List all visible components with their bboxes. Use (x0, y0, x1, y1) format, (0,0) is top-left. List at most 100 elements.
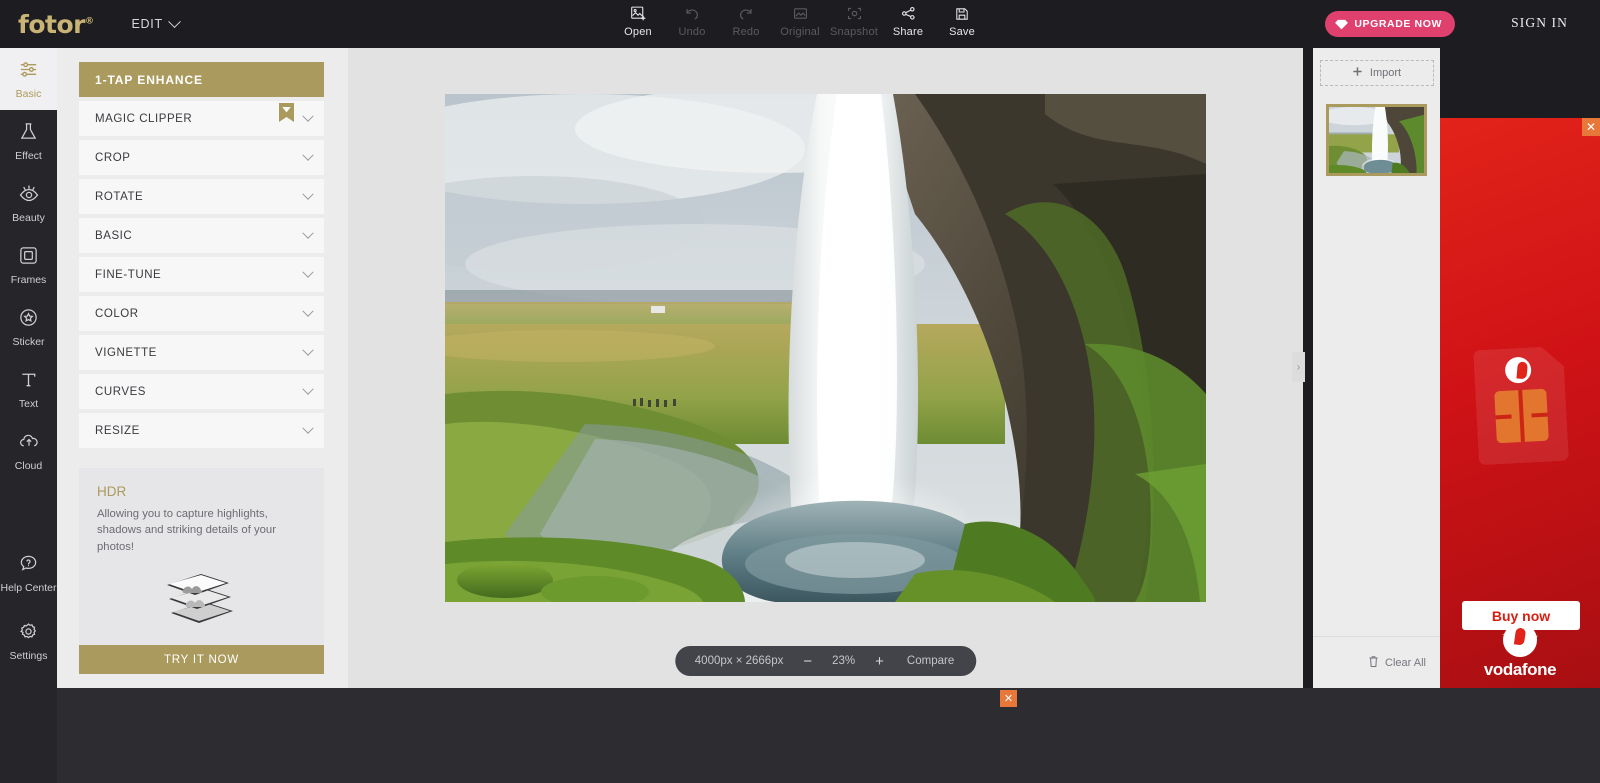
text-t-icon (18, 369, 39, 395)
vodafone-logo: vodafone (1440, 623, 1600, 680)
diamond-icon (1335, 19, 1349, 29)
chevron-down-icon (302, 188, 314, 200)
eye-icon (18, 182, 40, 209)
chevron-down-icon (302, 227, 314, 239)
close-x-icon[interactable]: ✕ (1582, 118, 1600, 136)
import-button[interactable]: Import (1319, 60, 1434, 86)
cloud-upload-icon (18, 431, 40, 457)
upgrade-now-button[interactable]: UPGRADE NOW (1325, 11, 1455, 37)
sidebar-item-cloud[interactable]: Cloud (0, 420, 57, 482)
waterfall-thumbnail (1329, 107, 1424, 173)
chevron-down-icon (302, 422, 314, 434)
tool-save[interactable]: Save (935, 3, 989, 38)
undo-arrow-icon (683, 3, 701, 24)
logo-text: fotor (18, 9, 86, 39)
fotor-editor-window: fotor® EDIT Open Undo Redo Original Snap… (0, 0, 1600, 783)
tool-snapshot-label: Snapshot (829, 26, 879, 38)
stacked-layers-icon (97, 569, 306, 635)
tool-original[interactable]: Original (773, 3, 827, 38)
sidebar-item-basic[interactable]: Basic (0, 48, 57, 110)
sidebar-item-effect-label: Effect (15, 149, 42, 162)
registered-mark: ® (85, 16, 94, 27)
hdr-promo-card: HDR Allowing you to capture highlights, … (79, 468, 324, 646)
vodafone-quote-icon (1504, 356, 1531, 383)
canvas-area: 4000px × 2666px − 23% + Compare (348, 48, 1303, 688)
right-ad-banner[interactable]: ✕ Buy now Terms apply vodafone (1440, 118, 1600, 690)
tool-original-label: Original (780, 26, 820, 38)
sidebar-item-effect[interactable]: Effect (0, 110, 57, 172)
sim-chip (1494, 389, 1549, 444)
accordion-color[interactable]: COLOR (79, 296, 324, 331)
flask-icon (18, 121, 39, 147)
tool-save-label: Save (949, 26, 975, 38)
compare-button[interactable]: Compare (893, 655, 970, 667)
zoom-level-label: 23% (832, 655, 856, 667)
accordion-basic-label: BASIC (95, 229, 133, 242)
star-badge-icon (18, 307, 39, 333)
zoom-in-button[interactable]: + (866, 653, 893, 670)
upgrade-now-label: UPGRADE NOW (1354, 18, 1442, 30)
question-bubble-icon (18, 553, 39, 579)
accordion-vignette[interactable]: VIGNETTE (79, 335, 324, 370)
sign-in-button[interactable]: SIGN IN (1511, 15, 1568, 31)
one-tap-enhance-button[interactable]: 1-TAP ENHANCE (79, 62, 324, 97)
tool-share[interactable]: Share (881, 3, 935, 38)
sidebar-item-frames-label: Frames (10, 273, 47, 286)
tool-snapshot[interactable]: Snapshot (827, 3, 881, 38)
sidebar-item-cloud-label: Cloud (14, 459, 43, 472)
center-tool-group: Open Undo Redo Original Snapshot Share S… (611, 3, 989, 38)
accordion-curves[interactable]: CURVES (79, 374, 324, 409)
open-image-icon (630, 3, 647, 24)
accordion-rotate-label: ROTATE (95, 190, 144, 203)
accordion-basic[interactable]: BASIC (79, 218, 324, 253)
waterfall-photo[interactable] (445, 94, 1206, 602)
edit-menu-label: EDIT (131, 17, 163, 31)
tool-redo-label: Redo (732, 26, 760, 38)
sidebar-item-settings-label: Settings (9, 649, 48, 662)
accordion-crop-label: CROP (95, 151, 131, 164)
sidebar-item-frames[interactable]: Frames (0, 234, 57, 296)
pro-badge-icon (279, 103, 294, 122)
left-nav-rail: Basic Effect Beauty Frames Sticker Text … (0, 48, 57, 783)
floppy-save-icon (954, 3, 970, 24)
hdr-try-it-now-button[interactable]: TRY IT NOW (79, 645, 324, 675)
sidebar-item-help-center[interactable]: Help Center (0, 539, 57, 607)
tool-open-label: Open (624, 26, 652, 38)
sidebar-item-text[interactable]: Text (0, 358, 57, 420)
fotor-logo[interactable]: fotor® (18, 12, 94, 37)
accordion-fine-tune-label: FINE-TUNE (95, 268, 162, 281)
clear-all-button[interactable]: Clear All (1313, 636, 1440, 688)
close-x-icon[interactable]: ✕ (1000, 690, 1017, 707)
chevron-down-icon (302, 149, 314, 161)
zoom-out-button[interactable]: − (794, 653, 821, 670)
tool-open[interactable]: Open (611, 3, 665, 38)
edit-menu[interactable]: EDIT (131, 14, 181, 31)
sidebar-item-sticker-label: Sticker (12, 335, 45, 348)
tool-undo-label: Undo (678, 26, 706, 38)
accordion-fine-tune[interactable]: FINE-TUNE (79, 257, 324, 292)
thumbnail-item[interactable] (1326, 104, 1427, 176)
sidebar-item-settings[interactable]: Settings (0, 607, 57, 675)
panel-collapse-handle[interactable]: › (1292, 352, 1305, 382)
sim-card-icon (1473, 346, 1569, 466)
basic-tools-panel: 1-TAP ENHANCE MAGIC CLIPPER CROP ROTATE … (57, 48, 348, 688)
tool-share-label: Share (892, 26, 924, 38)
accordion-crop[interactable]: CROP (79, 140, 324, 175)
sidebar-item-sticker[interactable]: Sticker (0, 296, 57, 358)
filmstrip-panel: Import Clear All (1313, 48, 1440, 688)
accordion-rotate[interactable]: ROTATE (79, 179, 324, 214)
accordion-vignette-label: VIGNETTE (95, 346, 157, 359)
sidebar-item-beauty[interactable]: Beauty (0, 172, 57, 234)
accordion-curves-label: CURVES (95, 385, 147, 398)
tool-undo[interactable]: Undo (665, 3, 719, 38)
accordion-resize[interactable]: RESIZE (79, 413, 324, 448)
redo-arrow-icon (737, 3, 755, 24)
sidebar-item-text-label: Text (18, 397, 39, 410)
snapshot-frame-icon (846, 3, 863, 24)
hdr-promo-description: Allowing you to capture highlights, shad… (97, 508, 276, 553)
image-dimensions-label: 4000px × 2666px (694, 655, 784, 667)
chevron-down-icon (302, 383, 314, 395)
accordion-magic-clipper[interactable]: MAGIC CLIPPER (79, 101, 324, 136)
chevron-down-icon (302, 266, 314, 278)
tool-redo[interactable]: Redo (719, 3, 773, 38)
